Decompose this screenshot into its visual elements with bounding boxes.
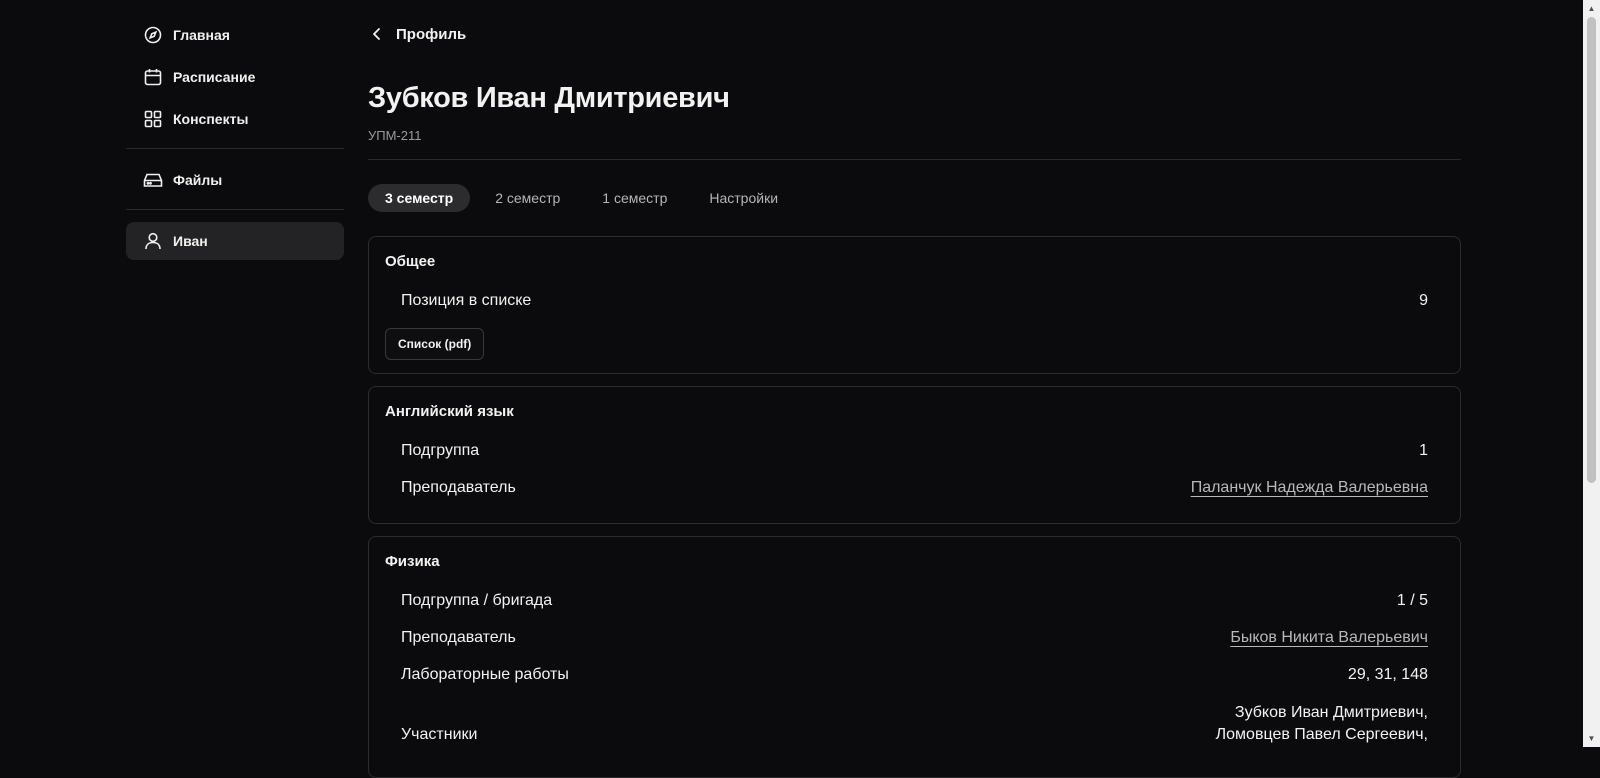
compass-icon [143,25,163,45]
info-row-subgroup: Подгруппа / бригада 1 / 5 [401,592,1428,610]
sidebar-item-home[interactable]: Главная [126,16,344,54]
semester-tabs: 3 семестр 2 семестр 1 семестр Настройки [368,184,803,212]
row-value: 29, 31, 148 [1347,666,1428,683]
back-label: Профиль [396,25,467,43]
tab-semester-1[interactable]: 1 семестр [585,184,684,212]
sidebar-item-label: Конспекты [173,111,249,127]
card-physics: Физика Подгруппа / бригада 1 / 5 Препода… [368,536,1461,778]
sidebar-item-label: Файлы [173,172,223,188]
member-name: Зубков Иван Дмитриевич, [1234,704,1428,721]
sidebar-item-profile[interactable]: Иван [126,222,344,260]
teacher-link[interactable]: Быков Никита Валерьевич [1230,629,1428,647]
card-english: Английский язык Подгруппа 1 Преподавател… [368,386,1461,524]
scroll-down-arrow-icon[interactable]: ▼ [1587,734,1596,743]
info-row-subgroup: Подгруппа 1 [401,442,1428,460]
info-row-position: Позиция в списке 9 [401,292,1428,310]
sidebar-item-label: Главная [173,27,230,43]
scrollbar[interactable]: ▲ ▼ [1583,0,1600,747]
member-name: Ломовцев Павел Сергеевич, [1215,726,1428,743]
row-value: 9 [1419,292,1428,309]
chevron-left-icon [368,25,386,43]
back-button[interactable]: Профиль [368,25,466,43]
group-label: УПМ-211 [368,128,422,143]
sidebar-item-schedule[interactable]: Расписание [126,58,344,96]
row-label: Участники [401,726,478,743]
info-row-members: Участники Зубков Иван Дмитриевич, Ломовц… [401,702,1428,746]
grid-icon [143,109,163,129]
scrollbar-thumb[interactable] [1587,17,1596,483]
card-title: Английский язык [385,403,514,420]
header-divider [368,159,1461,160]
row-label: Подгруппа / бригада [401,592,553,609]
calendar-icon [143,67,163,87]
row-value: 1 [1419,442,1428,459]
sidebar-item-files[interactable]: Файлы [126,161,344,199]
members-list: Зубков Иван Дмитриевич, Ломовцев Павел С… [1216,702,1428,746]
info-row-labs: Лабораторные работы 29, 31, 148 [401,666,1428,684]
tab-semester-3[interactable]: 3 семестр [368,184,471,212]
tab-settings[interactable]: Настройки [692,184,795,212]
teacher-link[interactable]: Паланчук Надежда Валерьевна [1191,479,1428,497]
info-row-teacher: Преподаватель Паланчук Надежда Валерьевн… [401,479,1428,497]
row-label: Позиция в списке [401,292,532,309]
row-label: Преподаватель [401,479,516,496]
row-label: Преподаватель [401,629,516,646]
tab-semester-2[interactable]: 2 семестр [478,184,577,212]
list-pdf-button[interactable]: Список (pdf) [385,328,485,360]
card-title: Физика [385,553,440,570]
info-row-teacher: Преподаватель Быков Никита Валерьевич [401,629,1428,647]
scroll-up-arrow-icon[interactable]: ▲ [1587,4,1596,13]
card-title: Общее [385,253,436,270]
row-value: 1 / 5 [1396,592,1428,609]
sidebar: Главная Расписание Конспекты Файлы Иван [126,16,344,264]
user-icon [143,231,163,251]
row-label: Лабораторные работы [401,666,569,683]
row-label: Подгруппа [401,442,480,459]
sidebar-item-notes[interactable]: Конспекты [126,100,344,138]
sidebar-item-label: Расписание [173,69,256,85]
drive-icon [143,170,163,190]
sidebar-item-label: Иван [173,233,208,249]
card-general: Общее Позиция в списке 9 Список (pdf) [368,236,1461,374]
sidebar-divider [126,209,344,210]
page-title: Зубков Иван Дмитриевич [368,82,730,114]
sidebar-divider [126,148,344,149]
